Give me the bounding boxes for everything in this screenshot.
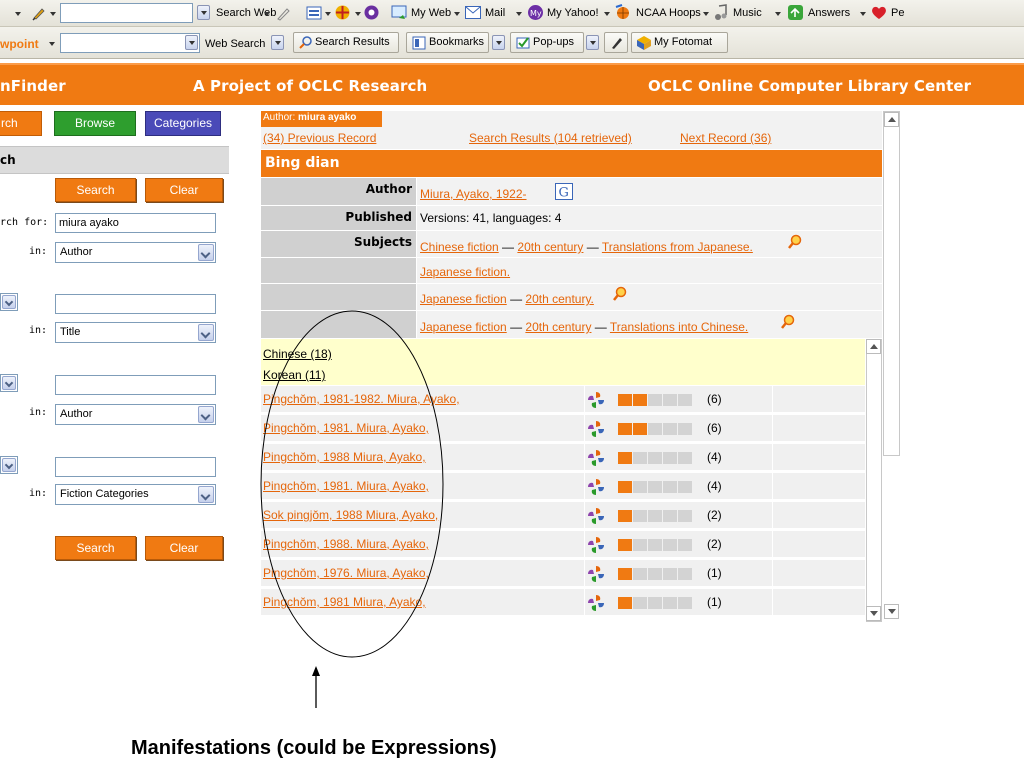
annotation-ellipse bbox=[260, 310, 444, 658]
annotation-overlay bbox=[260, 310, 444, 708]
annotation-caption: Manifestations (could be Expressions) bbox=[131, 737, 497, 759]
annotation-arrowhead bbox=[312, 666, 320, 676]
